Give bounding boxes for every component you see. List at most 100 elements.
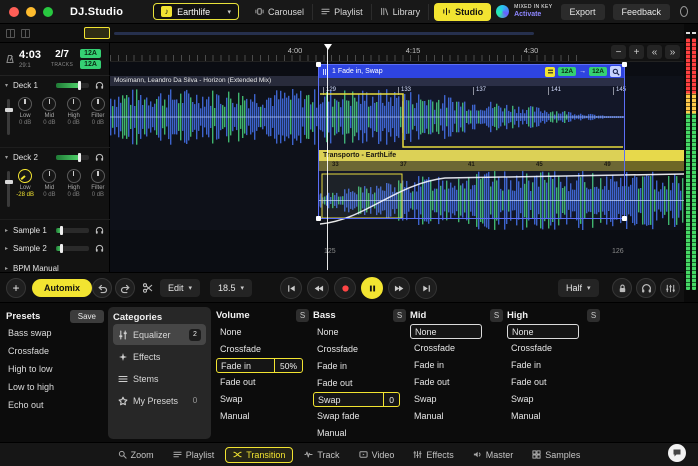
tab-track[interactable]: Track xyxy=(296,447,347,463)
category-my-presets[interactable]: My Presets 0 xyxy=(113,390,206,411)
headphone-icon[interactable] xyxy=(95,226,104,235)
solo-badge[interactable]: S xyxy=(393,309,406,322)
mid-option-manual[interactable]: Manual xyxy=(410,408,503,424)
high-option-crossfade[interactable]: Crossfade xyxy=(507,340,600,356)
category-equalizer[interactable]: Equalizer 2 xyxy=(113,324,206,345)
overview-grid-icon[interactable] xyxy=(21,29,30,38)
half-dropdown[interactable]: Half ▾ xyxy=(558,279,599,297)
deck2-mid-knob[interactable]: Mid 0 dB xyxy=(39,169,60,207)
category-effects[interactable]: Effects xyxy=(113,346,206,367)
settings-sliders-button[interactable] xyxy=(660,278,680,298)
save-preset-button[interactable]: Save xyxy=(69,309,104,323)
high-option-swap[interactable]: Swap xyxy=(507,391,600,407)
solo-badge[interactable]: S xyxy=(296,309,309,322)
transition-selection-bar[interactable]: 1 Fade in, Swap 12A → 12A xyxy=(319,65,624,78)
volume-option-fade-out[interactable]: Fade out xyxy=(216,374,309,390)
transition-edit-icon[interactable] xyxy=(545,66,556,77)
mixed-in-key[interactable]: MIXED IN KEY Activate xyxy=(496,5,552,18)
timeline[interactable]: Mosimann, Leandro Da Silva - Horizon (Ex… xyxy=(110,62,684,272)
bass-option-manual[interactable]: Manual xyxy=(313,425,406,441)
chevron-down-icon[interactable]: ▾ xyxy=(0,82,13,89)
bass-option-none[interactable]: None xyxy=(313,324,406,340)
playhead-marker[interactable] xyxy=(324,44,332,50)
overview-viewport[interactable] xyxy=(84,27,110,39)
lock-button[interactable] xyxy=(612,278,632,298)
high-option-fade-out[interactable]: Fade out xyxy=(507,374,600,390)
export-button[interactable]: Export xyxy=(560,3,605,20)
feedback-button[interactable]: Feedback xyxy=(612,3,671,20)
volume-option-fade-in[interactable]: Fade in 50% xyxy=(216,358,303,373)
mid-option-fade-in[interactable]: Fade in xyxy=(410,357,503,373)
preset-echo-out[interactable]: Echo out xyxy=(6,396,104,414)
selection-handle[interactable] xyxy=(316,216,321,221)
deck2-high-knob[interactable]: High 0 dB xyxy=(63,169,84,207)
tab-video[interactable]: Video xyxy=(351,447,403,463)
status-ring-icon[interactable] xyxy=(680,6,688,17)
volume-option-none[interactable]: None xyxy=(216,324,309,340)
zoom-in-button[interactable]: + xyxy=(629,45,644,59)
mid-option-none[interactable]: None xyxy=(410,324,482,339)
split-scissors-button[interactable] xyxy=(142,282,154,294)
deck1-low-knob[interactable]: Low 0 dB xyxy=(15,97,36,135)
bass-option-fade-out[interactable]: Fade out xyxy=(313,375,406,391)
redo-button[interactable] xyxy=(115,278,135,298)
scroll-left-button[interactable]: « xyxy=(647,45,662,59)
category-stems[interactable]: Stems xyxy=(113,368,206,389)
maximize-window-button[interactable] xyxy=(43,6,53,17)
deck2-filter-knob[interactable]: Filter 0 dB xyxy=(87,169,108,207)
mid-option-fade-out[interactable]: Fade out xyxy=(410,374,503,390)
nav-carousel[interactable]: Carousel xyxy=(247,3,314,20)
preset-low-to-high[interactable]: Low to high xyxy=(6,378,104,396)
tab-samples[interactable]: Samples xyxy=(524,447,588,463)
sample-1-section[interactable]: ▸ Sample 1 xyxy=(0,222,110,238)
minimize-window-button[interactable] xyxy=(26,6,36,17)
volume-option-swap[interactable]: Swap xyxy=(216,391,309,407)
deck1-filter-knob[interactable]: Filter 0 dB xyxy=(87,97,108,135)
deck2-low-knob[interactable]: Low -28 dB xyxy=(15,166,36,207)
headphone-icon[interactable] xyxy=(95,81,104,90)
selection-handle[interactable] xyxy=(622,216,627,221)
tab-zoom[interactable]: Zoom xyxy=(110,447,162,463)
sample-2-section[interactable]: ▸ Sample 2 xyxy=(0,240,110,256)
high-option-none[interactable]: None xyxy=(507,324,579,339)
jump-forward-button[interactable] xyxy=(388,277,410,299)
solo-badge[interactable]: S xyxy=(587,309,600,322)
chevron-right-icon[interactable]: ▸ xyxy=(0,227,13,234)
preset-bass-swap[interactable]: Bass swap xyxy=(6,324,104,342)
tab-master[interactable]: Master xyxy=(465,447,522,463)
undo-button[interactable] xyxy=(92,278,112,298)
sample-1-slider[interactable] xyxy=(56,225,89,235)
jump-back-button[interactable] xyxy=(307,277,329,299)
nav-library[interactable]: Library xyxy=(372,3,430,20)
add-button[interactable]: + xyxy=(6,278,26,298)
option-value[interactable]: 50% xyxy=(273,359,302,372)
activate-link[interactable]: Activate xyxy=(514,11,552,18)
zoom-selection-icon[interactable] xyxy=(610,66,621,77)
playhead[interactable] xyxy=(327,48,328,270)
zoom-out-button[interactable]: − xyxy=(611,45,626,59)
headphone-icon[interactable] xyxy=(95,244,104,253)
deck-1-fader[interactable] xyxy=(4,99,13,135)
chevron-right-icon[interactable]: ▸ xyxy=(0,245,13,252)
bass-option-fade-in[interactable]: Fade in xyxy=(313,358,406,374)
deck1-mid-knob[interactable]: Mid 0 dB xyxy=(39,97,60,135)
mid-option-swap[interactable]: Swap xyxy=(410,391,503,407)
chevron-down-icon[interactable]: ▾ xyxy=(0,154,13,161)
deck1-high-knob[interactable]: High 0 dB xyxy=(63,97,84,135)
option-value[interactable]: 0 xyxy=(383,393,399,406)
bass-option-swap[interactable]: Swap 0 xyxy=(313,392,400,407)
deck-2-fader[interactable] xyxy=(4,171,13,207)
record-button[interactable] xyxy=(334,277,356,299)
bass-option-swap-fade[interactable]: Swap fade xyxy=(313,408,406,424)
chat-button[interactable] xyxy=(668,444,686,462)
high-option-manual[interactable]: Manual xyxy=(507,408,600,424)
sample-2-slider[interactable] xyxy=(56,243,89,253)
volume-option-crossfade[interactable]: Crossfade xyxy=(216,341,309,357)
deck-2-volume-slider[interactable] xyxy=(56,153,89,162)
tab-transition[interactable]: Transition xyxy=(225,446,294,463)
bass-option-crossfade[interactable]: Crossfade xyxy=(313,341,406,357)
selection-handle[interactable] xyxy=(316,62,321,67)
headphone-button[interactable] xyxy=(636,278,656,298)
nav-studio[interactable]: Studio xyxy=(434,2,492,21)
deck-1-volume-slider[interactable] xyxy=(56,81,89,90)
